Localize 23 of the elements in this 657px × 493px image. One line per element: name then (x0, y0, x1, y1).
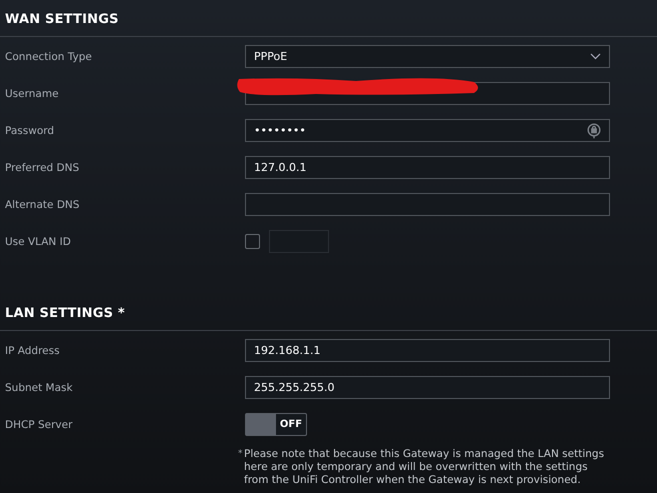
field-label: Preferred DNS (4, 161, 80, 174)
input-field[interactable] (245, 193, 610, 216)
field-label: Use VLAN ID (4, 235, 72, 248)
field-label: Password (4, 124, 56, 137)
field-label: IP Address (4, 344, 61, 357)
note-text: Please note that because this Gateway is managed the LAN settings here are only temporary and will be overwritten with the settings from the UniFi Controller when the Gateway is next provisioned. (244, 448, 606, 487)
input-field[interactable]: 255.255.255.0 (245, 376, 610, 399)
checkbox[interactable] (245, 234, 260, 249)
section-title: LAN SETTINGS * (0, 294, 657, 331)
footnote-mark: * (238, 448, 244, 461)
toggle-switch[interactable]: OFF (245, 413, 307, 436)
field-label: Username (4, 87, 60, 100)
input-field[interactable]: 192.168.1.1 (245, 339, 610, 362)
connection-type-select[interactable]: PPPoE (245, 45, 610, 68)
field-label: DHCP Server (4, 418, 74, 431)
field-label: Alternate DNS (4, 198, 80, 211)
password-field[interactable]: •••••••• (245, 119, 610, 142)
section-title: WAN SETTINGS (0, 0, 657, 37)
field-label: Connection Type (4, 50, 93, 63)
chevron-down-icon (590, 53, 601, 60)
lock-icon[interactable] (587, 122, 601, 138)
field-label: Subnet Mask (4, 381, 74, 394)
input-field[interactable]: 127.0.0.1 (245, 156, 610, 179)
